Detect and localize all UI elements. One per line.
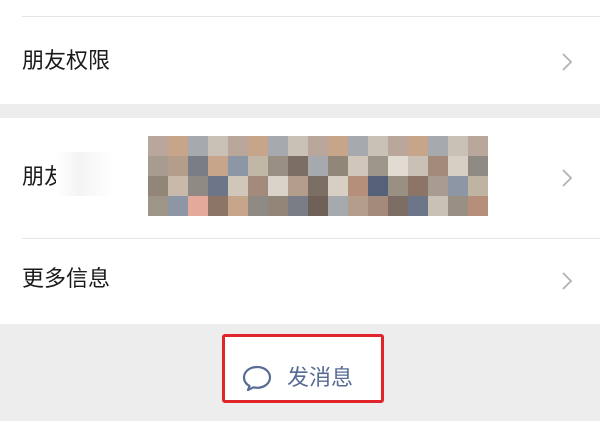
pixel-cell: [148, 196, 168, 216]
pixel-cell: [288, 196, 308, 216]
pixel-cell: [308, 156, 328, 176]
pixel-cell: [328, 196, 348, 216]
chevron-right-icon: [562, 272, 573, 290]
friend-permissions-row[interactable]: 朋友权限: [0, 12, 600, 112]
pixel-cell: [268, 196, 288, 216]
pixel-cell: [448, 156, 468, 176]
pixel-cell: [388, 176, 408, 196]
pixel-cell: [208, 136, 228, 156]
pixel-cell: [148, 136, 168, 156]
pixel-cell: [308, 136, 328, 156]
pixel-cell: [188, 176, 208, 196]
pixel-cell: [268, 136, 288, 156]
pixel-cell: [168, 156, 188, 176]
more-info-row[interactable]: 更多信息: [0, 238, 600, 324]
pixel-cell: [228, 176, 248, 196]
pixel-cell: [208, 156, 228, 176]
pixel-cell: [268, 156, 288, 176]
pixel-cell: [328, 136, 348, 156]
pixel-cell: [208, 176, 228, 196]
pixel-cell: [408, 196, 428, 216]
pixel-cell: [468, 176, 488, 196]
pixel-cell: [468, 196, 488, 216]
pixel-cell: [388, 156, 408, 176]
pixel-cell: [168, 176, 188, 196]
pixel-cell: [288, 156, 308, 176]
pixel-cell: [208, 196, 228, 216]
pixel-cell: [228, 156, 248, 176]
pixel-cell: [148, 176, 168, 196]
privacy-blur: [56, 152, 114, 196]
pixel-cell: [408, 156, 428, 176]
pixel-cell: [328, 156, 348, 176]
pixel-cell: [348, 136, 368, 156]
pixel-cell: [428, 156, 448, 176]
pixel-cell: [168, 136, 188, 156]
pixel-cell: [288, 176, 308, 196]
send-message-button[interactable]: 发消息: [222, 334, 384, 403]
pixel-cell: [448, 176, 468, 196]
pixel-cell: [388, 136, 408, 156]
pixel-cell: [308, 196, 328, 216]
pixel-cell: [188, 136, 208, 156]
pixel-cell: [148, 156, 168, 176]
pixel-cell: [188, 196, 208, 216]
pixel-cell: [348, 156, 368, 176]
pixel-cell: [428, 136, 448, 156]
pixel-cell: [328, 176, 348, 196]
pixel-cell: [228, 196, 248, 216]
pixel-cell: [248, 136, 268, 156]
chevron-right-icon: [562, 169, 573, 187]
pixel-cell: [308, 176, 328, 196]
pixel-cell: [448, 136, 468, 156]
chevron-right-icon: [562, 53, 573, 71]
pixel-cell: [388, 196, 408, 216]
pixel-cell: [368, 196, 388, 216]
chat-bubble-icon: [242, 365, 272, 391]
pixel-cell: [468, 156, 488, 176]
pixel-cell: [348, 196, 368, 216]
more-info-label: 更多信息: [22, 267, 111, 292]
pixel-cell: [428, 176, 448, 196]
moments-thumbnails[interactable]: [148, 136, 488, 216]
pixel-cell: [408, 176, 428, 196]
pixel-cell: [368, 176, 388, 196]
pixel-cell: [168, 196, 188, 216]
pixel-cell: [368, 156, 388, 176]
pixel-cell: [428, 196, 448, 216]
pixel-cell: [248, 156, 268, 176]
pixel-cell: [368, 136, 388, 156]
pixel-cell: [268, 176, 288, 196]
pixel-cell: [248, 176, 268, 196]
pixel-cell: [228, 136, 248, 156]
pixel-cell: [288, 136, 308, 156]
pixel-cell: [348, 176, 368, 196]
pixel-cell: [408, 136, 428, 156]
permissions-section: 朋友权限: [0, 0, 600, 104]
pixel-cell: [448, 196, 468, 216]
send-message-label: 发消息: [287, 366, 354, 391]
pixel-cell: [468, 136, 488, 156]
pixel-cell: [188, 156, 208, 176]
friend-permissions-label: 朋友权限: [22, 49, 111, 74]
pixel-cell: [248, 196, 268, 216]
